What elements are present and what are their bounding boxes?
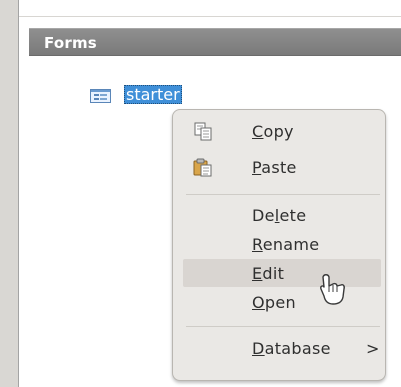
- copy-icon: [194, 122, 212, 141]
- window-frame: Forms starter Copy Paste Delete Rename E…: [0, 0, 401, 387]
- menu-item-edit[interactable]: Edit: [183, 259, 381, 287]
- menu-item-edit-label: Edit: [252, 264, 285, 283]
- menu-separator: [186, 194, 380, 195]
- menu-item-open-label: Open: [252, 293, 296, 312]
- menu-item-paste[interactable]: Paste: [183, 153, 381, 181]
- menu-item-paste-label: Paste: [252, 158, 297, 177]
- menu-item-rename[interactable]: Rename: [183, 230, 381, 258]
- tree-item-label[interactable]: starter: [124, 85, 182, 104]
- menu-item-delete[interactable]: Delete: [183, 201, 381, 229]
- panel-title: Forms: [44, 34, 97, 52]
- menu-separator: [186, 326, 380, 327]
- panel-header: Forms: [29, 28, 401, 56]
- paste-icon: [193, 158, 212, 177]
- mouse-pointer-icon: [320, 274, 345, 305]
- menu-item-copy-label: Copy: [252, 122, 294, 141]
- panel-top-strip: [19, 0, 401, 17]
- submenu-arrow-icon: >: [366, 339, 380, 358]
- menu-item-database[interactable]: Database >: [183, 334, 381, 362]
- menu-item-open[interactable]: Open: [183, 288, 381, 316]
- menu-item-database-label: Database: [252, 339, 331, 358]
- form-document-icon: [90, 89, 111, 103]
- menu-item-delete-label: Delete: [252, 206, 307, 225]
- menu-item-copy[interactable]: Copy: [183, 117, 381, 145]
- menu-item-rename-label: Rename: [252, 235, 320, 254]
- context-menu: Copy Paste Delete Rename Edit Open Datab…: [172, 109, 386, 381]
